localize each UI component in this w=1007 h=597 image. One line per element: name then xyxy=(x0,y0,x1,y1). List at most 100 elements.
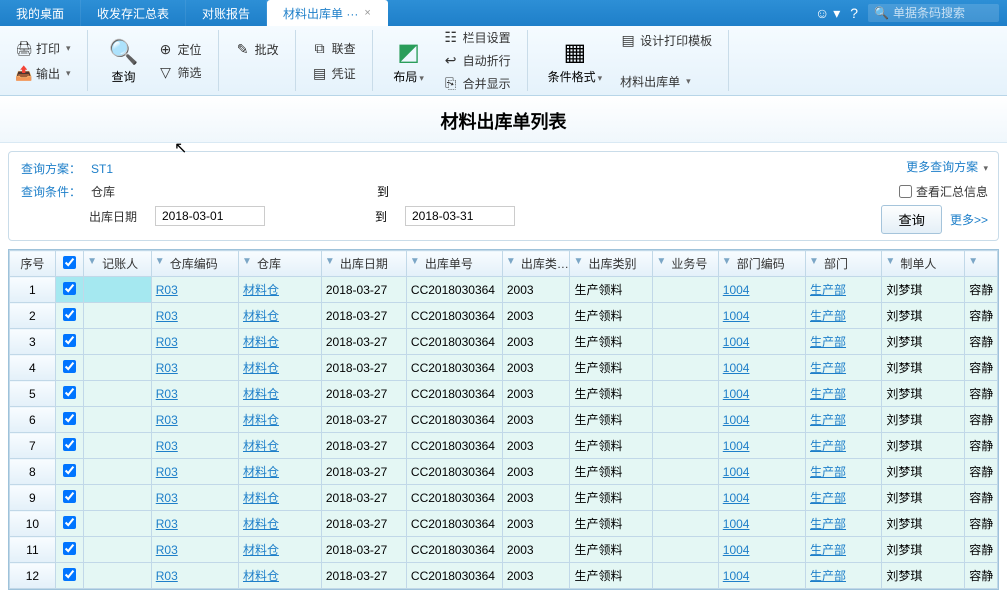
cell-deptcode[interactable]: 1004 xyxy=(718,355,805,381)
col-deptcode[interactable]: ▼部门编码 xyxy=(718,251,805,277)
row-checkbox[interactable] xyxy=(63,282,76,295)
merge-show-button[interactable]: ⎘合并显示 xyxy=(439,73,515,94)
funnel-icon[interactable]: ▼ xyxy=(722,256,732,267)
cell-deptcode[interactable]: 1004 xyxy=(718,433,805,459)
crossref-button[interactable]: ⧉联查 xyxy=(308,38,360,59)
voucher-button[interactable]: ▤凭证 xyxy=(308,63,360,84)
cell-dept[interactable]: 生产部 xyxy=(806,563,882,589)
cell-dept[interactable]: 生产部 xyxy=(806,381,882,407)
cell-whcode[interactable]: R03 xyxy=(151,355,238,381)
query-submit-button[interactable]: 查询 xyxy=(881,205,942,234)
cell-check[interactable] xyxy=(55,329,83,355)
col-check[interactable] xyxy=(55,251,83,277)
tab-material-out[interactable]: 材料出库单 ··· × xyxy=(267,0,388,26)
col-accountant[interactable]: ▼记账人 xyxy=(84,251,152,277)
barcode-search-input[interactable] xyxy=(893,6,993,20)
row-checkbox[interactable] xyxy=(63,360,76,373)
cell-dept[interactable]: 生产部 xyxy=(806,511,882,537)
col-whcode[interactable]: ▼仓库编码 xyxy=(151,251,238,277)
row-checkbox[interactable] xyxy=(63,490,76,503)
table-row[interactable]: 4R03材料仓2018-03-27CC20180303642003生产领料100… xyxy=(10,355,998,381)
funnel-icon[interactable]: ▼ xyxy=(809,256,819,267)
cell-whcode[interactable]: R03 xyxy=(151,485,238,511)
funnel-icon[interactable]: ▼ xyxy=(410,256,420,267)
row-checkbox[interactable] xyxy=(63,412,76,425)
table-row[interactable]: 9R03材料仓2018-03-27CC20180303642003生产领料100… xyxy=(10,485,998,511)
row-checkbox[interactable] xyxy=(63,386,76,399)
summary-checkbox-row[interactable]: 查看汇总信息 xyxy=(899,183,988,200)
from-date-input[interactable] xyxy=(155,206,265,226)
table-row[interactable]: 2R03材料仓2018-03-27CC20180303642003生产领料100… xyxy=(10,303,998,329)
cell-whcode[interactable]: R03 xyxy=(151,329,238,355)
table-row[interactable]: 8R03材料仓2018-03-27CC20180303642003生产领料100… xyxy=(10,459,998,485)
cell-deptcode[interactable]: 1004 xyxy=(718,381,805,407)
funnel-icon[interactable]: ▼ xyxy=(155,256,165,267)
row-checkbox[interactable] xyxy=(63,464,76,477)
cell-check[interactable] xyxy=(55,355,83,381)
cell-wh[interactable]: 材料仓 xyxy=(238,511,321,537)
design-template-button[interactable]: ▤设计打印模板 xyxy=(616,30,716,51)
table-row[interactable]: 11R03材料仓2018-03-27CC20180303642003生产领料10… xyxy=(10,537,998,563)
cell-whcode[interactable]: R03 xyxy=(151,433,238,459)
more-scheme-link[interactable]: 更多查询方案 ▾ xyxy=(906,158,988,175)
funnel-icon[interactable]: ▼ xyxy=(87,256,97,267)
cell-wh[interactable]: 材料仓 xyxy=(238,563,321,589)
table-row[interactable]: 7R03材料仓2018-03-27CC20180303642003生产领料100… xyxy=(10,433,998,459)
cell-dept[interactable]: 生产部 xyxy=(806,355,882,381)
funnel-icon[interactable]: ▼ xyxy=(506,256,516,267)
cond-format-button[interactable]: ▦条件格式▾ xyxy=(540,32,611,89)
cell-dept[interactable]: 生产部 xyxy=(806,433,882,459)
funnel-icon[interactable]: ▼ xyxy=(242,256,252,267)
cell-dept[interactable]: 生产部 xyxy=(806,277,882,303)
funnel-icon[interactable]: ▼ xyxy=(325,256,335,267)
cell-check[interactable] xyxy=(55,433,83,459)
more-link[interactable]: 更多>> xyxy=(950,211,988,228)
row-checkbox[interactable] xyxy=(63,542,76,555)
col-wh[interactable]: ▼仓库 xyxy=(238,251,321,277)
row-checkbox[interactable] xyxy=(63,308,76,321)
cell-whcode[interactable]: R03 xyxy=(151,511,238,537)
cell-deptcode[interactable]: 1004 xyxy=(718,563,805,589)
cell-whcode[interactable]: R03 xyxy=(151,537,238,563)
cell-check[interactable] xyxy=(55,407,83,433)
close-icon[interactable]: × xyxy=(364,7,370,19)
col-maker[interactable]: ▼制单人 xyxy=(882,251,965,277)
cell-wh[interactable]: 材料仓 xyxy=(238,407,321,433)
cell-deptcode[interactable]: 1004 xyxy=(718,329,805,355)
funnel-icon[interactable]: ▼ xyxy=(573,256,583,267)
funnel-icon[interactable]: ▼ xyxy=(968,256,978,267)
autowrap-button[interactable]: ↩自动折行 xyxy=(439,50,515,71)
cell-deptcode[interactable]: 1004 xyxy=(718,407,805,433)
cell-dept[interactable]: 生产部 xyxy=(806,303,882,329)
cell-deptcode[interactable]: 1004 xyxy=(718,303,805,329)
table-row[interactable]: 1R03材料仓2018-03-27CC20180303642003生产领料100… xyxy=(10,277,998,303)
scheme-value[interactable]: ST1 xyxy=(91,162,113,176)
cell-wh[interactable]: 材料仓 xyxy=(238,381,321,407)
cell-deptcode[interactable]: 1004 xyxy=(718,511,805,537)
tab-reconcile-report[interactable]: 对账报告 xyxy=(186,0,267,26)
query-button[interactable]: 🔍查询 xyxy=(100,32,148,89)
filter-button[interactable]: ▽筛选 xyxy=(154,62,206,83)
col-seq[interactable]: 序号 xyxy=(10,251,56,277)
cell-check[interactable] xyxy=(55,381,83,407)
cell-dept[interactable]: 生产部 xyxy=(806,537,882,563)
help-icon[interactable]: ? xyxy=(850,5,858,21)
cell-wh[interactable]: 材料仓 xyxy=(238,459,321,485)
cell-whcode[interactable]: R03 xyxy=(151,277,238,303)
layout-button[interactable]: ◩布局▾ xyxy=(385,32,433,89)
funnel-icon[interactable]: ▼ xyxy=(885,256,895,267)
table-row[interactable]: 6R03材料仓2018-03-27CC20180303642003生产领料100… xyxy=(10,407,998,433)
col-docno[interactable]: ▼出库单号 xyxy=(406,251,502,277)
doc-button[interactable]: 材料出库单▾ xyxy=(616,71,716,92)
column-set-button[interactable]: ☷栏目设置 xyxy=(439,27,515,48)
cell-check[interactable] xyxy=(55,537,83,563)
cell-deptcode[interactable]: 1004 xyxy=(718,485,805,511)
select-all-checkbox[interactable] xyxy=(63,256,76,269)
cell-wh[interactable]: 材料仓 xyxy=(238,537,321,563)
col-date[interactable]: ▼出库日期 xyxy=(321,251,406,277)
col-auditor[interactable]: ▼ xyxy=(965,251,998,277)
table-row[interactable]: 3R03材料仓2018-03-27CC20180303642003生产领料100… xyxy=(10,329,998,355)
cell-whcode[interactable]: R03 xyxy=(151,459,238,485)
batch-button[interactable]: ✎批改 xyxy=(231,39,283,60)
table-row[interactable]: 10R03材料仓2018-03-27CC20180303642003生产领料10… xyxy=(10,511,998,537)
